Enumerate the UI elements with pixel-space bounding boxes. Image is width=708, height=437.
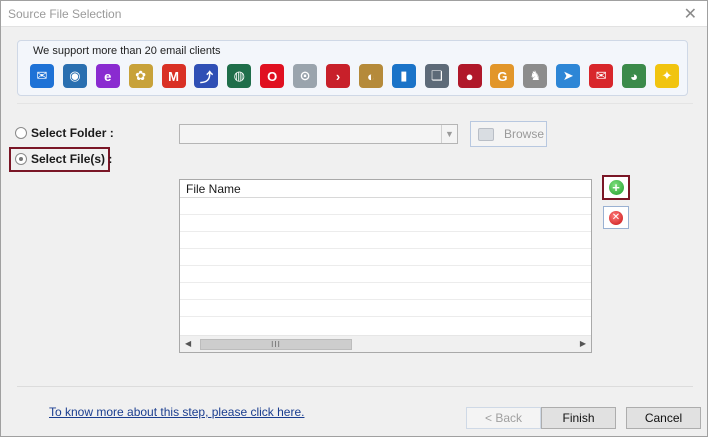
- scroll-right-icon[interactable]: ▶: [580, 339, 586, 348]
- select-files-option[interactable]: Select File(s) :: [15, 152, 112, 166]
- window-title: Source File Selection: [8, 7, 122, 21]
- file-list[interactable]: File Name ◀ III ▶: [179, 179, 592, 353]
- netscape-icon: ⤴: [194, 64, 219, 88]
- client-icons-row: ✉ ◉ e ✿ M ⤴ ◍ O ⊙ › ◐ ▮ ❏ ● G ♞ ➤ ✉ ◕ ✦: [30, 64, 679, 88]
- empty-row: [180, 265, 591, 266]
- empty-row: [180, 316, 591, 317]
- supported-clients-panel: We support more than 20 email clients ✉ ◉…: [17, 40, 688, 96]
- envelope-red-icon: ✉: [589, 64, 614, 88]
- empty-row: [180, 299, 591, 300]
- browse-button[interactable]: Browse: [470, 121, 547, 147]
- notes-icon: ❏: [424, 64, 449, 88]
- mail-icon: ✉: [30, 64, 54, 88]
- seamonkey-icon: ◍: [227, 64, 252, 88]
- bat-icon: ✦: [654, 64, 679, 88]
- scroll-grip: III: [271, 340, 281, 349]
- empty-row: [180, 214, 591, 215]
- gmail-icon: M: [161, 64, 186, 88]
- close-icon[interactable]: ✕: [684, 4, 697, 24]
- folder-icon: [478, 127, 494, 141]
- select-folder-radio[interactable]: [15, 127, 27, 139]
- horizontal-scrollbar[interactable]: ◀ III ▶: [180, 335, 591, 352]
- column-file-name: File Name: [186, 182, 241, 196]
- send-icon: ➤: [556, 64, 581, 88]
- supported-clients-label: We support more than 20 email clients: [33, 45, 221, 57]
- scrollbar-thumb[interactable]: III: [200, 339, 352, 350]
- chevron-down-icon[interactable]: ▼: [441, 125, 457, 143]
- opera-icon: O: [260, 64, 285, 88]
- g-icon: G: [490, 64, 515, 88]
- finish-button[interactable]: Finish: [541, 407, 616, 429]
- empty-row: [180, 248, 591, 249]
- gnu-icon: ♞: [523, 64, 548, 88]
- mailbox-icon: ⊙: [293, 64, 318, 88]
- remove-icon: ✕: [609, 210, 623, 225]
- remove-file-button[interactable]: ✕: [603, 206, 629, 229]
- empty-row: [180, 231, 591, 232]
- entourage-icon: e: [95, 64, 120, 88]
- sylpheed-icon: ◕: [622, 64, 647, 88]
- pegasus-icon: ✿: [128, 64, 153, 88]
- select-folder-option[interactable]: Select Folder :: [15, 126, 114, 140]
- select-files-label: Select File(s) :: [31, 152, 113, 166]
- outlook-icon: ▮: [391, 64, 416, 88]
- title-bar: Source File Selection ✕: [1, 1, 707, 27]
- scroll-left-icon[interactable]: ◀: [185, 339, 191, 348]
- help-link[interactable]: To know more about this step, please cli…: [49, 405, 304, 419]
- source-file-selection-dialog: Source File Selection ✕ We support more …: [0, 0, 708, 437]
- grapes-icon: ●: [457, 64, 482, 88]
- divider: [17, 103, 693, 104]
- select-folder-label: Select Folder :: [31, 126, 114, 140]
- plus-icon: +: [608, 180, 624, 195]
- eudora-icon: ◐: [358, 64, 383, 88]
- folder-path-combo[interactable]: ▼: [179, 124, 458, 144]
- footer-divider: [17, 386, 693, 387]
- arrow-icon: ›: [326, 64, 351, 88]
- select-files-radio[interactable]: [15, 153, 27, 165]
- thunderbird-icon: ◉: [62, 64, 87, 88]
- file-list-header: File Name: [180, 180, 591, 198]
- add-file-button[interactable]: +: [602, 175, 630, 200]
- browse-label: Browse: [504, 127, 545, 141]
- cancel-button[interactable]: Cancel: [626, 407, 701, 429]
- back-button[interactable]: < Back: [466, 407, 541, 429]
- empty-row: [180, 282, 591, 283]
